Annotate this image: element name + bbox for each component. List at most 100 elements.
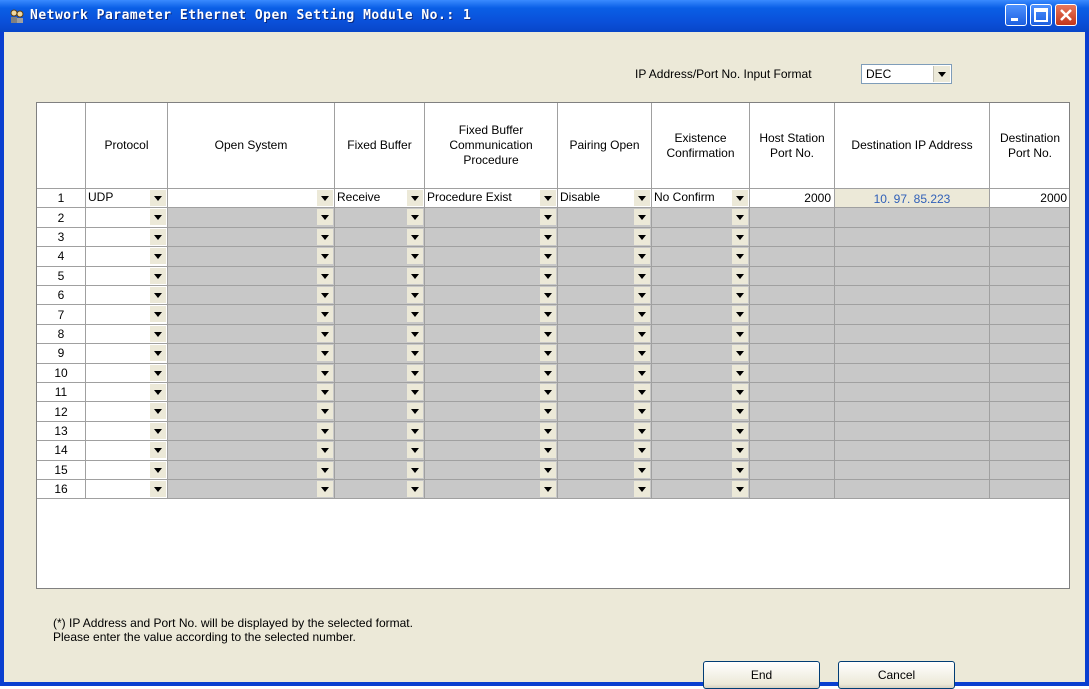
chevron-down-icon[interactable] [732,248,748,265]
existence-confirmation-combo[interactable] [652,286,750,306]
pairing-open-combo[interactable] [558,460,652,480]
existence-confirmation-combo[interactable] [652,227,750,248]
chevron-down-icon[interactable] [634,248,650,265]
chevron-down-icon[interactable] [317,248,333,265]
chevron-down-icon[interactable] [540,364,556,381]
protocol-combo[interactable] [86,480,168,500]
protocol-combo[interactable] [86,305,168,325]
pairing-open-combo[interactable]: Disable [558,189,652,209]
existence-confirmation-combo[interactable] [652,383,750,403]
chevron-down-icon[interactable] [407,403,423,420]
host-port-cell[interactable] [750,227,835,248]
communication-procedure-combo[interactable] [425,480,558,500]
chevron-down-icon[interactable] [540,306,556,323]
existence-confirmation-combo[interactable] [652,324,750,345]
minimize-button[interactable] [1005,4,1027,26]
protocol-combo[interactable] [86,266,168,286]
chevron-down-icon[interactable] [150,267,166,284]
chevron-down-icon[interactable] [540,190,556,206]
existence-confirmation-combo[interactable] [652,441,750,461]
protocol-combo[interactable] [86,363,168,383]
host-port-cell[interactable]: 2000 [750,189,835,209]
existence-confirmation-combo[interactable] [652,460,750,480]
chevron-down-icon[interactable] [634,422,650,439]
host-port-cell[interactable] [750,363,835,383]
fixed-buffer-combo[interactable]: Receive [335,189,425,209]
communication-procedure-combo[interactable] [425,208,558,228]
destination-ip-cell[interactable] [835,344,990,364]
communication-procedure-combo[interactable] [425,402,558,422]
chevron-down-icon[interactable] [317,442,333,459]
chevron-down-icon[interactable] [407,481,423,497]
chevron-down-icon[interactable] [150,325,166,342]
chevron-down-icon[interactable] [634,461,650,478]
open-system-combo[interactable] [168,189,335,209]
open-system-combo[interactable] [168,383,335,403]
destination-ip-cell[interactable]: 10. 97. 85.223 [835,189,990,209]
chevron-down-icon[interactable] [407,248,423,265]
host-port-cell[interactable] [750,344,835,364]
pairing-open-combo[interactable] [558,266,652,286]
protocol-combo[interactable] [86,441,168,461]
chevron-down-icon[interactable] [634,190,650,206]
pairing-open-combo[interactable] [558,208,652,228]
protocol-combo[interactable] [86,460,168,480]
chevron-down-icon[interactable] [317,228,333,245]
chevron-down-icon[interactable] [150,384,166,400]
fixed-buffer-combo[interactable] [335,344,425,364]
host-port-cell[interactable] [750,441,835,461]
protocol-combo[interactable] [86,247,168,267]
host-port-cell[interactable] [750,383,835,403]
chevron-down-icon[interactable] [634,267,650,284]
communication-procedure-combo[interactable] [425,247,558,267]
protocol-combo[interactable] [86,383,168,403]
chevron-down-icon[interactable] [732,403,748,420]
chevron-down-icon[interactable] [407,209,423,226]
destination-ip-cell[interactable] [835,208,990,228]
host-port-cell[interactable] [750,421,835,442]
host-port-cell[interactable] [750,208,835,228]
chevron-down-icon[interactable] [150,364,166,381]
destination-port-cell[interactable] [990,441,1069,461]
chevron-down-icon[interactable] [150,461,166,478]
chevron-down-icon[interactable] [150,442,166,459]
pairing-open-combo[interactable] [558,383,652,403]
host-port-cell[interactable] [750,305,835,325]
chevron-down-icon[interactable] [634,228,650,245]
chevron-down-icon[interactable] [634,481,650,497]
fixed-buffer-combo[interactable] [335,460,425,480]
existence-confirmation-combo[interactable] [652,363,750,383]
destination-port-cell[interactable] [990,344,1069,364]
communication-procedure-combo[interactable] [425,305,558,325]
communication-procedure-combo[interactable] [425,227,558,248]
destination-ip-cell[interactable] [835,480,990,500]
chevron-down-icon[interactable] [634,442,650,459]
chevron-down-icon[interactable] [317,325,333,342]
fixed-buffer-combo[interactable] [335,324,425,345]
existence-confirmation-combo[interactable] [652,421,750,442]
existence-confirmation-combo[interactable] [652,480,750,500]
close-button[interactable] [1055,4,1077,26]
maximize-button[interactable] [1030,4,1052,26]
chevron-down-icon[interactable] [317,209,333,226]
chevron-down-icon[interactable] [150,345,166,362]
chevron-down-icon[interactable] [407,345,423,362]
destination-port-cell[interactable] [990,305,1069,325]
destination-ip-cell[interactable] [835,363,990,383]
chevron-down-icon[interactable] [732,190,748,206]
open-system-combo[interactable] [168,208,335,228]
destination-port-cell[interactable] [990,227,1069,248]
fixed-buffer-combo[interactable] [335,402,425,422]
chevron-down-icon[interactable] [634,325,650,342]
chevron-down-icon[interactable] [540,461,556,478]
chevron-down-icon[interactable] [540,345,556,362]
open-system-combo[interactable] [168,421,335,442]
chevron-down-icon[interactable] [933,66,950,82]
destination-port-cell[interactable] [990,480,1069,500]
chevron-down-icon[interactable] [317,267,333,284]
chevron-down-icon[interactable] [407,267,423,284]
host-port-cell[interactable] [750,324,835,345]
destination-ip-cell[interactable] [835,286,990,306]
communication-procedure-combo[interactable] [425,286,558,306]
open-system-combo[interactable] [168,227,335,248]
